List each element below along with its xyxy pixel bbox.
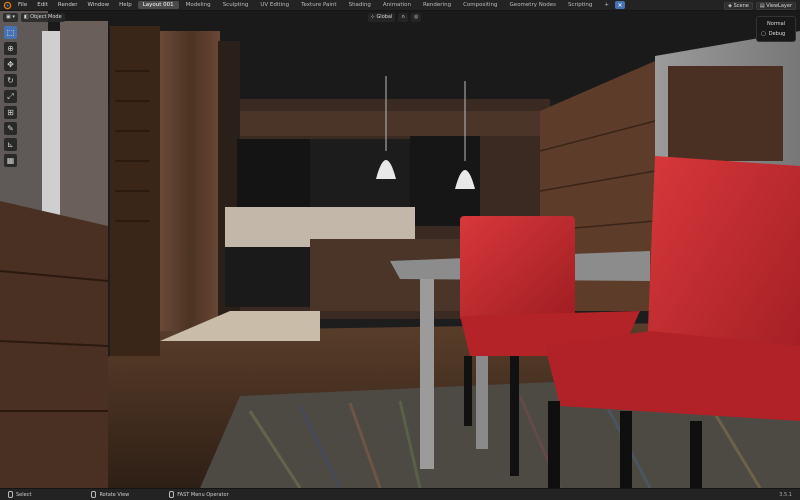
magnet-icon: ∩ bbox=[401, 14, 406, 20]
blender-logo-icon[interactable] bbox=[2, 0, 13, 11]
top-bar: File Edit Render Window Help Layout 001 … bbox=[0, 0, 800, 11]
dropdown-item-label: Normal bbox=[767, 21, 786, 27]
mouse-left-icon bbox=[8, 491, 13, 498]
dropdown-item-label: Debug bbox=[768, 31, 786, 37]
annotate-icon[interactable]: ✎ bbox=[4, 122, 17, 135]
version-label: 3.5.1 bbox=[779, 491, 792, 498]
proportional-toggle[interactable]: ◎ bbox=[411, 12, 422, 22]
tab-compositing[interactable]: Compositing bbox=[458, 1, 502, 9]
tab-sculpting[interactable]: Sculpting bbox=[218, 1, 254, 9]
dropdown-item-debug[interactable]: ▢ Debug bbox=[757, 29, 795, 39]
snap-toggle[interactable]: ∩ bbox=[398, 12, 409, 22]
transform-icon[interactable]: ⊞ bbox=[4, 106, 17, 119]
move-icon[interactable]: ✥ bbox=[4, 58, 17, 71]
status-operator: FAST Menu Operator bbox=[169, 491, 229, 498]
scene-label: Scene bbox=[733, 2, 749, 9]
view-layer-label: ViewLayer bbox=[766, 2, 792, 9]
mouse-right-icon bbox=[169, 491, 175, 498]
viewport-scene bbox=[0, 11, 800, 488]
status-select: Select bbox=[8, 491, 31, 498]
measure-icon[interactable]: ⊾ bbox=[4, 138, 17, 151]
editor-type-button[interactable]: ▣ ▾ bbox=[3, 12, 18, 22]
proportional-icon: ◎ bbox=[414, 14, 419, 20]
debug-icon: ▢ bbox=[761, 31, 766, 37]
viewport-header: ▣ ▾ ◧ Object Mode ⊹ Global ∩ ◎ bbox=[0, 11, 800, 23]
status-rotate: Rotate View bbox=[91, 491, 129, 498]
orientation-label: Global bbox=[376, 14, 393, 20]
menu-help[interactable]: Help bbox=[114, 2, 137, 8]
menu-edit[interactable]: Edit bbox=[32, 2, 53, 8]
status-select-label: Select bbox=[16, 491, 32, 498]
view-layer-selector[interactable]: ▤ ViewLayer bbox=[755, 1, 796, 10]
scene-selector[interactable]: ◈ Scene bbox=[724, 1, 753, 10]
tab-uv-editing[interactable]: UV Editing bbox=[255, 1, 294, 9]
tab-texture-paint[interactable]: Texture Paint bbox=[296, 1, 342, 9]
cube-icon: ▣ ▾ bbox=[6, 14, 15, 20]
orientation-selector[interactable]: ⊹ Global bbox=[367, 12, 396, 22]
menu-window[interactable]: Window bbox=[82, 2, 114, 8]
menu-file[interactable]: File bbox=[13, 2, 32, 8]
tab-scripting[interactable]: Scripting bbox=[563, 1, 597, 9]
status-operator-label: FAST Menu Operator bbox=[177, 491, 229, 498]
shading-mode-dropdown: Normal ▢ Debug bbox=[756, 16, 796, 42]
tab-animation[interactable]: Animation bbox=[378, 1, 416, 9]
add-cube-icon[interactable]: ▦ bbox=[4, 154, 17, 167]
mode-label: Object Mode bbox=[30, 14, 62, 20]
xr-icon[interactable]: ✕ bbox=[615, 1, 626, 9]
mouse-middle-icon bbox=[91, 491, 97, 498]
status-rotate-label: Rotate View bbox=[99, 491, 130, 498]
tab-modeling[interactable]: Modeling bbox=[181, 1, 216, 9]
select-box-icon[interactable]: ⬚ bbox=[4, 26, 17, 39]
rotate-icon[interactable]: ↻ bbox=[4, 74, 17, 87]
menu-render[interactable]: Render bbox=[53, 2, 83, 8]
scene-controls: ◈ Scene ▤ ViewLayer bbox=[724, 0, 800, 11]
mode-selector[interactable]: ◧ Object Mode bbox=[20, 12, 65, 22]
3d-viewport[interactable] bbox=[0, 11, 800, 488]
cursor-icon[interactable]: ⊕ bbox=[4, 42, 17, 55]
tab-shading[interactable]: Shading bbox=[344, 1, 376, 9]
scale-icon[interactable]: ⤢ bbox=[4, 90, 17, 103]
status-bar: Select Rotate View FAST Menu Operator 3.… bbox=[0, 488, 800, 500]
add-workspace-button[interactable]: + bbox=[599, 1, 614, 9]
tab-geometry-nodes[interactable]: Geometry Nodes bbox=[505, 1, 561, 9]
tab-layout[interactable]: Layout 001 bbox=[137, 1, 179, 9]
tab-rendering[interactable]: Rendering bbox=[418, 1, 456, 9]
tool-shelf: ⬚ ⊕ ✥ ↻ ⤢ ⊞ ✎ ⊾ ▦ bbox=[4, 26, 17, 167]
dropdown-item-normal[interactable]: Normal bbox=[757, 19, 795, 29]
